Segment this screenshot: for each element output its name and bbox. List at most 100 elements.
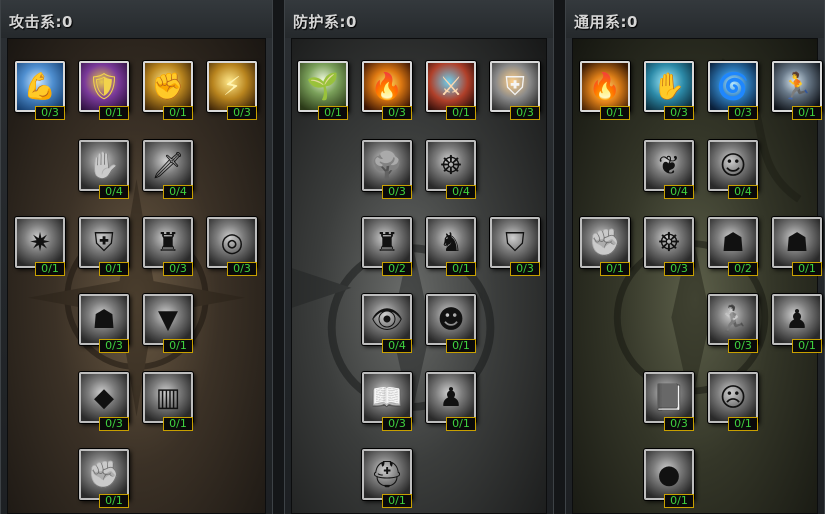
tree-header: 攻击系:0	[1, 0, 272, 38]
power-aura-icon: ✷	[17, 219, 63, 266]
skill-slot[interactable]: 📖	[362, 372, 412, 423]
skill-slot[interactable]: ☻	[426, 294, 476, 345]
dashing-figure-icon: 🏃	[710, 296, 756, 343]
skill-rank-badge: 0/1	[446, 106, 476, 120]
helmet-head-icon: ☻	[428, 296, 474, 343]
skill-slot[interactable]: ☺	[708, 140, 758, 191]
healing-hands-icon: ✋	[646, 63, 692, 110]
skill-slot[interactable]: ⛨	[79, 217, 129, 268]
skill-rank-badge: 0/3	[664, 417, 694, 431]
skill-slot[interactable]: ✋	[79, 140, 129, 191]
skill-slot[interactable]: ▥	[143, 372, 193, 423]
tree-header: 通用系:0	[566, 0, 824, 38]
skill-rank-badge: 0/3	[510, 262, 540, 276]
shadow-figure-icon: ☗	[774, 219, 820, 266]
skill-slot[interactable]: ♟	[772, 294, 822, 345]
skill-rank-badge: 0/1	[600, 262, 630, 276]
skill-rank-badge: 0/1	[664, 494, 694, 508]
skill-slot[interactable]: ☗	[708, 217, 758, 268]
golden-warrior-icon: 🛡	[81, 63, 127, 110]
skill-rank-badge: 0/1	[446, 339, 476, 353]
skill-slot[interactable]: 🌀	[708, 61, 758, 112]
golden-fist-icon: ✊	[145, 63, 191, 110]
skill-slot[interactable]: ✊	[79, 449, 129, 500]
skill-slot[interactable]: 📕	[644, 372, 694, 423]
skill-slot[interactable]: ♟	[426, 372, 476, 423]
skill-slot[interactable]: ◆	[79, 372, 129, 423]
skill-rank-badge: 0/3	[227, 262, 257, 276]
skill-slot[interactable]: 🛡	[79, 61, 129, 112]
skill-rank-badge: 0/3	[227, 106, 257, 120]
skill-slot[interactable]: ⚔	[426, 61, 476, 112]
skill-rank-badge: 0/1	[446, 417, 476, 431]
skill-slot[interactable]: ☸	[426, 140, 476, 191]
skill-rank-badge: 0/2	[728, 262, 758, 276]
vortex-figure-icon: 🌀	[710, 63, 756, 110]
skill-slot[interactable]: ☹	[708, 372, 758, 423]
skill-rank-badge: 0/1	[163, 106, 193, 120]
skill-slot[interactable]: ⛑	[362, 449, 412, 500]
watchful-eye-icon: 👁	[364, 296, 410, 343]
tree-title: 防护系:0	[293, 13, 357, 31]
skill-rank-badge: 0/3	[382, 417, 412, 431]
skill-slot[interactable]: 🏃	[708, 294, 758, 345]
skill-slot[interactable]: ✊	[580, 217, 630, 268]
spiral-icon: ◎	[209, 219, 255, 266]
stone-face-icon: ☹	[710, 374, 756, 421]
skill-slot[interactable]: ♜	[362, 217, 412, 268]
skill-rank-badge: 0/3	[664, 262, 694, 276]
skill-slot[interactable]: 🔥	[580, 61, 630, 112]
fire-aura-figure-icon: 🔥	[582, 63, 628, 110]
skill-rank-badge: 0/4	[382, 339, 412, 353]
skill-rank-badge: 0/1	[163, 339, 193, 353]
skill-slot[interactable]: ✋	[644, 61, 694, 112]
skill-slot[interactable]: ❦	[644, 140, 694, 191]
orb-icon: ●	[646, 451, 692, 498]
skill-slot[interactable]: ●	[644, 449, 694, 500]
skill-slot[interactable]: ⛨	[490, 61, 540, 112]
skill-slot[interactable]: ⛉	[490, 217, 540, 268]
swift-runner-icon: 🏃	[774, 63, 820, 110]
skill-slot[interactable]: 💪	[15, 61, 65, 112]
skill-slot[interactable]: 🏃	[772, 61, 822, 112]
skill-rank-badge: 0/2	[382, 262, 412, 276]
skill-slot[interactable]: ✊	[143, 61, 193, 112]
skill-rank-badge: 0/1	[99, 262, 129, 276]
tree-title: 通用系:0	[574, 13, 638, 31]
jaws-icon: ▼	[145, 296, 191, 343]
skill-rank-badge: 0/1	[792, 262, 822, 276]
skill-rank-badge: 0/1	[318, 106, 348, 120]
skill-rank-badge: 0/3	[99, 417, 129, 431]
skill-rank-badge: 0/3	[99, 339, 129, 353]
skill-slot[interactable]: ☸	[644, 217, 694, 268]
skill-slot[interactable]: 🌱	[298, 61, 348, 112]
skill-slot[interactable]: ▼	[143, 294, 193, 345]
skill-slot[interactable]: 🗡	[143, 140, 193, 191]
skill-rank-badge: 0/3	[728, 339, 758, 353]
skill-slot[interactable]: ✷	[15, 217, 65, 268]
skill-slot[interactable]: ♜	[143, 217, 193, 268]
skill-rank-badge: 0/3	[382, 185, 412, 199]
skill-rank-badge: 0/4	[99, 185, 129, 199]
armored-knight-icon: ♞	[428, 219, 474, 266]
caped-knight-icon: ⚔	[428, 63, 474, 110]
skill-slot[interactable]: ♞	[426, 217, 476, 268]
mind-head-icon: ☺	[710, 142, 756, 189]
skill-slot[interactable]: ⚡	[207, 61, 257, 112]
skill-slot[interactable]: ☗	[772, 217, 822, 268]
skill-slot[interactable]: ◎	[207, 217, 257, 268]
skill-slot[interactable]: 👁	[362, 294, 412, 345]
skill-rank-badge: 0/4	[664, 185, 694, 199]
skill-slot[interactable]: 🔥	[362, 61, 412, 112]
skill-slot[interactable]: 🌳	[362, 140, 412, 191]
skill-rank-badge: 0/4	[446, 185, 476, 199]
crystal-shard-icon: ◆	[81, 374, 127, 421]
pauldron-icon: ⛉	[492, 219, 538, 266]
tree-icon: 🌳	[364, 142, 410, 189]
skill-rank-badge: 0/1	[792, 106, 822, 120]
iron-fist-icon: ✊	[81, 451, 127, 498]
skill-slot[interactable]: ☗	[79, 294, 129, 345]
seated-monk-icon: ☸	[646, 219, 692, 266]
skill-rank-badge: 0/1	[99, 106, 129, 120]
skill-rank-badge: 0/3	[163, 262, 193, 276]
